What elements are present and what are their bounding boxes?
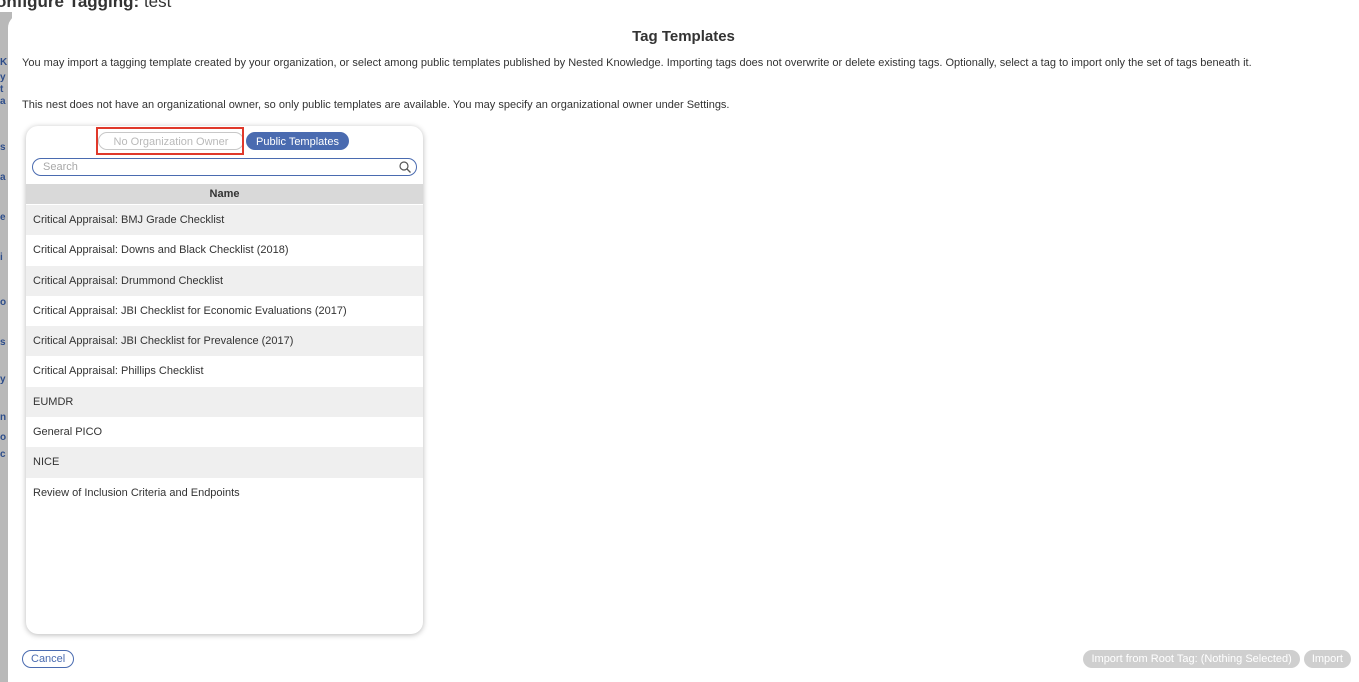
template-row[interactable]: Critical Appraisal: Drummond Checklist: [26, 265, 423, 296]
template-row[interactable]: Review of Inclusion Criteria and Endpoin…: [26, 477, 423, 508]
search-input[interactable]: [33, 161, 398, 173]
template-row[interactable]: Critical Appraisal: JBI Checklist for Ec…: [26, 295, 423, 327]
annotation-highlight-box: [96, 127, 244, 155]
templates-list: Critical Appraisal: BMJ Grade Checklist …: [26, 205, 423, 508]
template-row[interactable]: Critical Appraisal: Phillips Checklist: [26, 356, 423, 387]
template-row[interactable]: EUMDR: [26, 386, 423, 418]
modal-description: You may import a tagging template create…: [22, 57, 1252, 69]
footer-actions: Import from Root Tag: (Nothing Selected)…: [1079, 650, 1351, 668]
cancel-button[interactable]: Cancel: [22, 650, 75, 668]
template-row[interactable]: Critical Appraisal: Downs and Black Chec…: [26, 235, 423, 266]
search-box: [32, 158, 417, 176]
import-from-root-tag-button[interactable]: Import from Root Tag: (Nothing Selected): [1083, 650, 1300, 668]
name-column-header[interactable]: Name: [26, 184, 423, 204]
tag-templates-modal: Tag Templates You may import a tagging t…: [8, 14, 1359, 682]
import-button[interactable]: Import: [1303, 650, 1351, 668]
template-row[interactable]: General PICO: [26, 417, 423, 448]
template-row[interactable]: Critical Appraisal: BMJ Grade Checklist: [26, 205, 423, 236]
modal-title: Tag Templates: [632, 28, 735, 45]
background-page-title: onfigure Tagging: test: [0, 0, 172, 11]
search-icon[interactable]: [398, 160, 412, 174]
template-row[interactable]: Critical Appraisal: JBI Checklist for Pr…: [26, 326, 423, 357]
template-row[interactable]: NICE: [26, 447, 423, 478]
templates-panel: No Organization Owner Public Templates N…: [26, 126, 423, 634]
public-templates-toggle[interactable]: Public Templates: [246, 132, 349, 150]
owner-note: This nest does not have an organizationa…: [22, 99, 730, 111]
